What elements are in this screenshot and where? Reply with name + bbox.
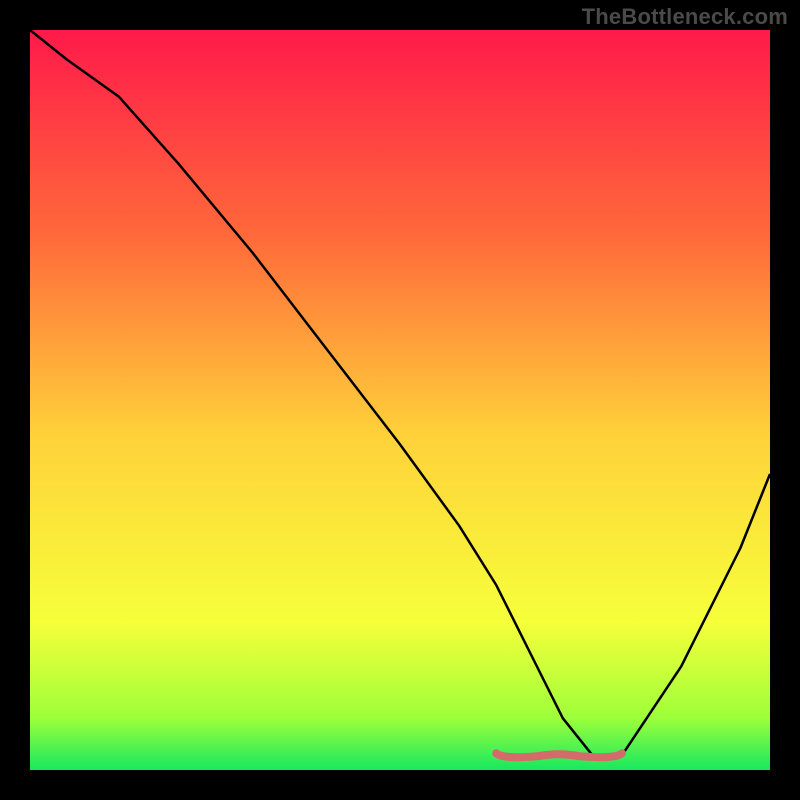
optimal-range-marker	[496, 753, 622, 757]
watermark-text: TheBottleneck.com	[582, 4, 788, 30]
bottleneck-chart	[30, 30, 770, 770]
gradient-background	[30, 30, 770, 770]
plot-area	[30, 30, 770, 770]
chart-frame: TheBottleneck.com	[0, 0, 800, 800]
